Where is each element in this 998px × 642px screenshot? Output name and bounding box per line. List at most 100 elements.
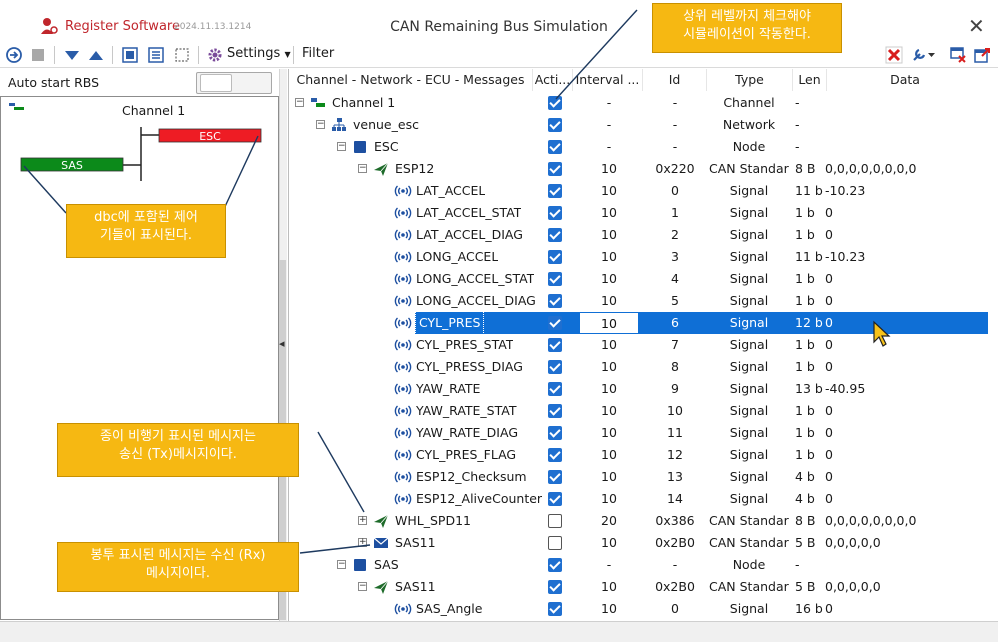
active-checkbox[interactable] [548,580,562,594]
start-icon[interactable] [4,45,24,65]
interval-cell[interactable]: 10 [579,532,639,554]
collapse-node-icon[interactable]: − [358,164,367,173]
table-row[interactable]: LAT_ACCEL_STAT 10 1 Signal 1 b 0 [289,202,988,224]
active-checkbox[interactable] [548,360,562,374]
interval-cell[interactable]: 10 [579,158,639,180]
header-len[interactable]: Len [793,69,827,91]
settings-gear-icon[interactable] [205,45,225,65]
header-type[interactable]: Type [707,69,793,91]
active-checkbox[interactable] [548,404,562,418]
interval-cell[interactable]: 10 [579,444,639,466]
interval-cell[interactable]: 10 [579,334,639,356]
collapse-node-icon[interactable]: − [358,582,367,591]
expand-node-icon[interactable]: + [358,516,367,525]
interval-cell[interactable]: 10 [579,246,639,268]
interval-cell[interactable]: 10 [579,290,639,312]
table-row[interactable]: − ESC - - Node - [289,136,988,158]
interval-cell[interactable]: 10 [579,422,639,444]
interval-cell[interactable]: 10 [579,598,639,620]
interval-cell[interactable]: 10 [579,378,639,400]
interval-cell[interactable]: 20 [579,510,639,532]
interval-cell[interactable]: 10 [579,180,639,202]
active-checkbox[interactable] [548,492,562,506]
active-checkbox[interactable] [548,96,562,110]
close-window-button[interactable]: ✕ [968,14,985,38]
collapse-node-icon[interactable]: − [337,142,346,151]
interval-cell[interactable]: 10 [579,312,639,334]
active-checkbox[interactable] [548,426,562,440]
interval-cell[interactable]: - [579,92,639,114]
active-checkbox[interactable] [548,470,562,484]
header-messages[interactable]: Channel - Network - ECU - Messages [289,69,533,91]
table-row[interactable]: + SAS11 10 0x2B0 CAN Standard 5 B 0,0,0,0,0 [289,532,988,554]
remove-window-icon[interactable] [948,45,968,65]
collapse-left-icon[interactable]: ◂ [279,337,285,350]
table-row[interactable]: − SAS11 10 0x2B0 CAN Standard 5 B 0,0,0,0,0 [289,576,988,598]
delete-icon[interactable] [884,45,904,65]
interval-cell[interactable]: 10 [579,224,639,246]
interval-cell[interactable]: 10 [579,202,639,224]
active-checkbox[interactable] [548,140,562,154]
table-row[interactable]: − SAS - - Node - [289,554,988,576]
interval-cell[interactable]: 10 [579,400,639,422]
table-row[interactable]: + WHL_SPD11 20 0x386 CAN Standard 8 B 0,0,0,0,… [289,510,988,532]
table-row[interactable]: YAW_RATE_DIAG 10 11 Signal 1 b 0 [289,422,988,444]
active-checkbox[interactable] [548,536,562,550]
active-checkbox[interactable] [548,448,562,462]
table-row[interactable]: LONG_ACCEL 10 3 Signal 11 b -10.23 [289,246,988,268]
table-row[interactable]: CYL_PRES_FLAG 10 12 Signal 1 b 0 [289,444,988,466]
export-window-icon[interactable] [972,45,992,65]
collapse-node-icon[interactable]: − [337,560,346,569]
expand-all-icon[interactable] [120,45,140,65]
collapse-all-icon[interactable] [146,45,166,65]
interval-cell[interactable]: - [579,554,639,576]
active-checkbox[interactable] [548,558,562,572]
interval-cell[interactable]: 10 [579,466,639,488]
interval-cell[interactable]: 10 [579,576,639,598]
table-row[interactable]: − ESP12 10 0x220 CAN Standard 8 B 0,0,0,0,0,0,… [289,158,988,180]
table-row[interactable]: ESP12_AliveCounter 10 14 Signal 4 b 0 [289,488,988,510]
active-checkbox[interactable] [548,338,562,352]
table-row[interactable]: YAW_RATE_STAT 10 10 Signal 1 b 0 [289,400,988,422]
move-up-icon[interactable] [86,45,106,65]
active-checkbox[interactable] [548,382,562,396]
active-checkbox[interactable] [548,514,562,528]
table-row[interactable]: − venue_esc - - Network - [289,114,988,136]
interval-cell[interactable]: - [579,136,639,158]
active-checkbox[interactable] [548,272,562,286]
move-down-icon[interactable] [62,45,82,65]
header-data[interactable]: Data [827,69,983,91]
header-id[interactable]: Id [643,69,707,91]
active-checkbox[interactable] [548,184,562,198]
active-checkbox[interactable] [548,602,562,616]
table-row[interactable]: YAW_RATE 10 9 Signal 13 b -40.95 [289,378,988,400]
active-checkbox[interactable] [548,294,562,308]
table-row[interactable]: LONG_ACCEL_STAT 10 4 Signal 1 b 0 [289,268,988,290]
interval-cell[interactable]: 10 [579,268,639,290]
collapse-node-icon[interactable]: − [295,98,304,107]
filter-button[interactable]: Filter [302,46,334,61]
table-row[interactable]: ESP12_Checksum 10 13 Signal 4 b 0 [289,466,988,488]
active-checkbox[interactable] [548,206,562,220]
collapse-node-icon[interactable]: − [316,120,325,129]
table-row[interactable]: LONG_ACCEL_DIAG 10 5 Signal 1 b 0 [289,290,988,312]
tools-wrench-icon[interactable] [910,45,938,65]
select-none-icon[interactable] [172,45,192,65]
table-row[interactable]: SAS_Angle 10 0 Signal 16 b0 [289,598,988,620]
table-row[interactable]: LAT_ACCEL_DIAG 10 2 Signal 1 b 0 [289,224,988,246]
toggle-knob[interactable] [200,74,232,92]
expand-node-icon[interactable]: + [358,538,367,547]
header-interval[interactable]: Interval ... [573,69,643,91]
active-checkbox[interactable] [548,250,562,264]
interval-cell[interactable]: 10 [579,488,639,510]
interval-cell[interactable]: - [579,114,639,136]
table-row[interactable]: − Channel 1 - - Channel - [289,92,988,114]
stop-icon[interactable] [28,45,48,65]
table-row[interactable]: CYL_PRESS_DIAG 10 8 Signal 1 b 0 [289,356,988,378]
active-checkbox[interactable] [548,228,562,242]
header-active[interactable]: Acti... [533,69,573,91]
interval-cell[interactable]: 10 [579,356,639,378]
active-checkbox[interactable] [548,118,562,132]
active-checkbox[interactable] [548,316,562,330]
table-row[interactable]: LAT_ACCEL 10 0 Signal 11 b -10.23 [289,180,988,202]
